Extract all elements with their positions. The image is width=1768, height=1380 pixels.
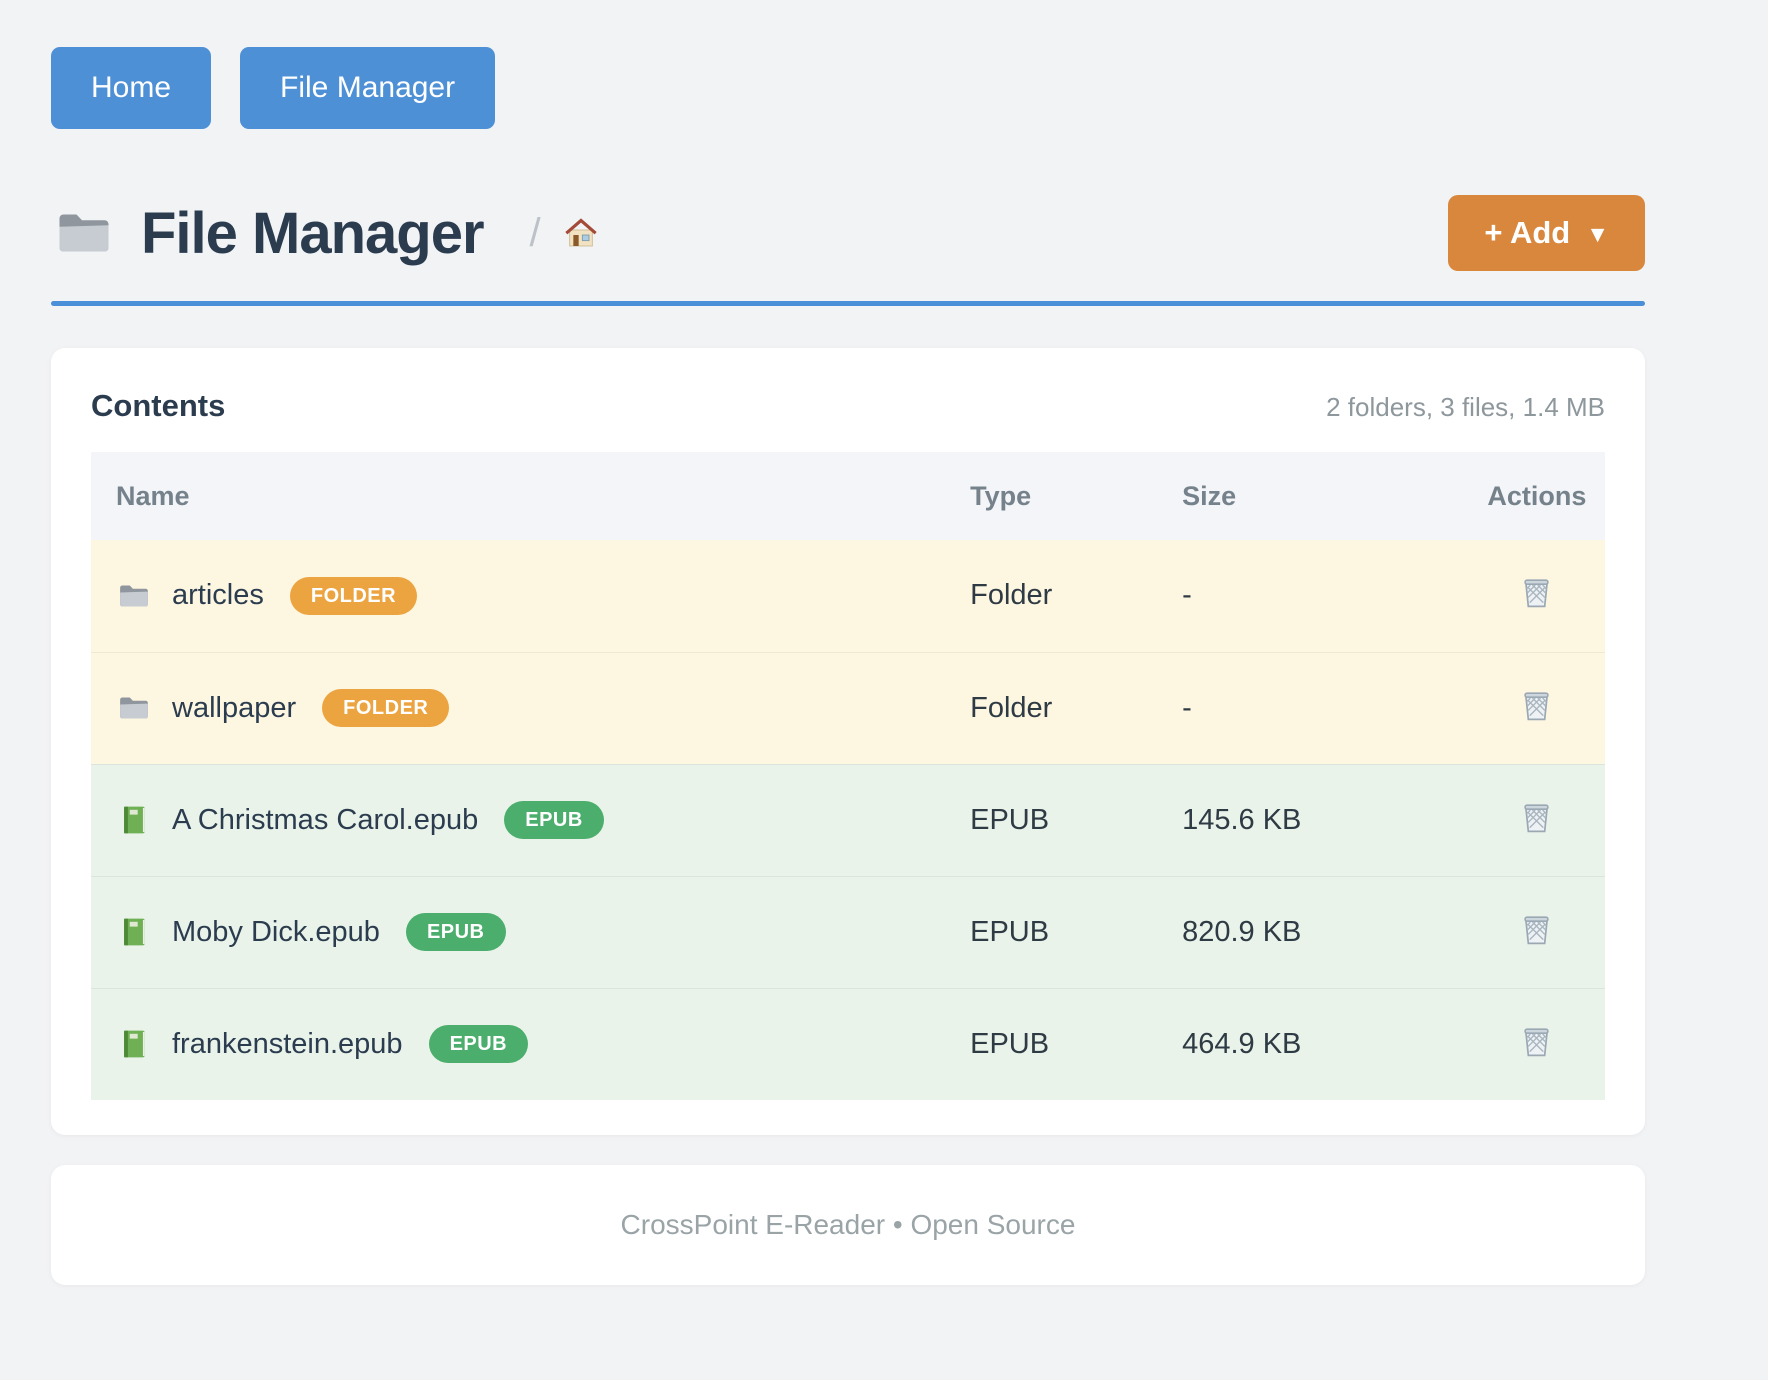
footer: CrossPoint E-Reader • Open Source <box>51 1165 1645 1285</box>
add-button-label: + Add <box>1484 215 1570 251</box>
add-button[interactable]: + Add ▼ <box>1448 195 1645 271</box>
size-cell: - <box>1181 652 1469 764</box>
size-cell: 145.6 KB <box>1181 764 1469 876</box>
column-header-type: Type <box>969 452 1181 540</box>
size-cell: - <box>1181 540 1469 652</box>
table-row-christmas-carol: A Christmas Carol.epub EPUB EPUB 145.6 K… <box>91 764 1605 876</box>
table-row-articles: articles FOLDER Folder - <box>91 540 1605 652</box>
type-cell: EPUB <box>969 764 1181 876</box>
file-name[interactable]: articles <box>172 579 264 612</box>
column-header-size: Size <box>1181 452 1469 540</box>
folder-icon <box>51 203 117 263</box>
chevron-down-icon: ▼ <box>1586 218 1609 248</box>
nav-home-button[interactable]: Home <box>51 47 211 129</box>
title-underline <box>51 301 1645 306</box>
table-row-wallpaper: wallpaper FOLDER Folder - <box>91 652 1605 764</box>
table-header-row: Name Type Size Actions <box>91 452 1605 540</box>
page-header: File Manager / + Add ▼ <box>51 195 1645 271</box>
type-badge: EPUB <box>429 1025 529 1063</box>
file-manager-page: Home File Manager File Manager / + Add ▼… <box>51 0 1645 1285</box>
contents-heading: Contents <box>91 388 225 424</box>
type-badge: FOLDER <box>290 577 417 615</box>
contents-summary: 2 folders, 3 files, 1.4 MB <box>1326 392 1605 423</box>
top-nav: Home File Manager <box>51 47 1645 129</box>
table-row-moby-dick: Moby Dick.epub EPUB EPUB 820.9 KB <box>91 876 1605 988</box>
type-badge: EPUB <box>504 801 604 839</box>
type-cell: EPUB <box>969 988 1181 1100</box>
nav-file-manager-button[interactable]: File Manager <box>240 47 495 129</box>
file-table: Name Type Size Actions articles FOLDER F… <box>91 452 1605 1100</box>
trash-icon <box>1518 574 1555 611</box>
table-row-frankenstein: frankenstein.epub EPUB EPUB 464.9 KB <box>91 988 1605 1100</box>
type-badge: FOLDER <box>322 689 449 727</box>
size-cell: 464.9 KB <box>1181 988 1469 1100</box>
book-icon <box>117 1027 151 1061</box>
type-badge: EPUB <box>406 913 506 951</box>
file-name[interactable]: A Christmas Carol.epub <box>172 804 478 837</box>
breadcrumb-separator: / <box>530 211 541 256</box>
trash-icon <box>1518 687 1555 724</box>
title-wrap: File Manager / <box>51 200 601 267</box>
contents-card: Contents 2 folders, 3 files, 1.4 MB Name… <box>51 348 1645 1135</box>
page-title: File Manager <box>141 200 484 267</box>
delete-button[interactable] <box>1516 909 1557 950</box>
book-icon <box>117 915 151 949</box>
file-name[interactable]: wallpaper <box>172 692 296 725</box>
type-cell: Folder <box>969 540 1181 652</box>
type-cell: Folder <box>969 652 1181 764</box>
column-header-actions: Actions <box>1469 452 1605 540</box>
delete-button[interactable] <box>1516 572 1557 613</box>
column-header-name: Name <box>91 452 969 540</box>
footer-text: CrossPoint E-Reader • Open Source <box>621 1209 1076 1241</box>
folder-icon <box>117 579 151 613</box>
delete-button[interactable] <box>1516 1021 1557 1062</box>
trash-icon <box>1518 799 1555 836</box>
contents-card-header: Contents 2 folders, 3 files, 1.4 MB <box>91 388 1605 424</box>
folder-icon <box>117 691 151 725</box>
trash-icon <box>1518 911 1555 948</box>
delete-button[interactable] <box>1516 797 1557 838</box>
trash-icon <box>1518 1023 1555 1060</box>
size-cell: 820.9 KB <box>1181 876 1469 988</box>
book-icon <box>117 803 151 837</box>
file-name[interactable]: Moby Dick.epub <box>172 916 380 949</box>
house-icon[interactable] <box>561 213 601 253</box>
delete-button[interactable] <box>1516 685 1557 726</box>
file-name[interactable]: frankenstein.epub <box>172 1028 403 1061</box>
type-cell: EPUB <box>969 876 1181 988</box>
